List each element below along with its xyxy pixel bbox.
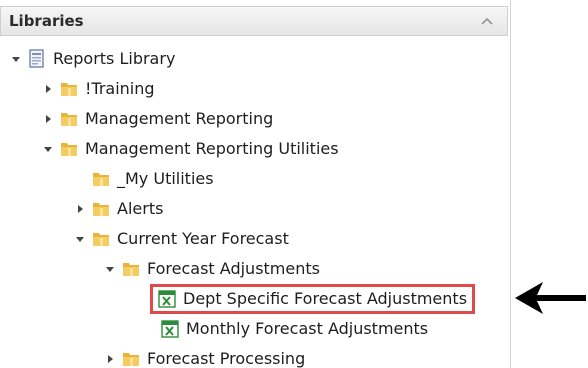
expanded-toggle-icon[interactable] [100, 259, 120, 279]
tree-node-monthly-forecast-adjustments[interactable]: Monthly Forecast Adjustments [0, 314, 508, 344]
tree-node-label: Current Year Forecast [117, 229, 289, 248]
tree-node-current-year-forecast[interactable]: Current Year Forecast [0, 224, 508, 254]
folder-icon [58, 138, 80, 160]
excel-report-icon [156, 288, 178, 310]
tree-node-label: !Training [85, 79, 155, 98]
report-library-icon [26, 48, 48, 70]
tree-node-label: Forecast Adjustments [147, 259, 320, 278]
tree-node-management-reporting-utilities[interactable]: Management Reporting Utilities [0, 134, 508, 164]
tree-node-label: Dept Specific Forecast Adjustments [183, 289, 468, 308]
libraries-header[interactable]: Libraries [0, 6, 508, 36]
expanded-toggle-icon[interactable] [70, 229, 90, 249]
tree-node-label: Management Reporting [85, 109, 274, 128]
collapsed-toggle-icon[interactable] [38, 79, 58, 99]
tree-node-management-reporting[interactable]: Management Reporting [0, 104, 508, 134]
folder-icon [58, 78, 80, 100]
collapsed-toggle-icon[interactable] [100, 349, 120, 368]
tree-node-forecast-processing[interactable]: Forecast Processing [0, 344, 508, 368]
tree-node-my-utilities[interactable]: _My Utilities [0, 164, 508, 194]
tree-node-label: Reports Library [53, 49, 176, 68]
panel-title: Libraries [9, 12, 84, 30]
folder-icon [90, 228, 112, 250]
arrow-pointer-icon [515, 282, 586, 314]
tree-node-label: _My Utilities [117, 169, 214, 188]
selection-highlight: Dept Specific Forecast Adjustments [150, 284, 476, 314]
folder-icon [58, 108, 80, 130]
excel-report-icon [159, 318, 181, 340]
tree-node-alerts[interactable]: Alerts [0, 194, 508, 224]
chevron-up-icon [481, 17, 493, 25]
tree-node-label: Monthly Forecast Adjustments [186, 319, 429, 338]
tree-node-label: Management Reporting Utilities [85, 139, 339, 158]
tree-node-reports-library[interactable]: Reports Library [0, 44, 508, 74]
folder-icon [120, 348, 142, 368]
expanded-toggle-icon[interactable] [38, 139, 58, 159]
expanded-toggle-icon[interactable] [6, 49, 26, 69]
libraries-panel: Libraries Reports Library !Training Mana… [0, 0, 511, 368]
tree-node-label: Alerts [117, 199, 164, 218]
tree-node-training[interactable]: !Training [0, 74, 508, 104]
tree-node-label: Forecast Processing [147, 349, 306, 368]
library-tree: Reports Library !Training Management Rep… [0, 44, 508, 368]
folder-icon [90, 168, 112, 190]
tree-node-forecast-adjustments[interactable]: Forecast Adjustments [0, 254, 508, 284]
collapsed-toggle-icon[interactable] [70, 199, 90, 219]
collapsed-toggle-icon[interactable] [38, 109, 58, 129]
collapse-panel-button[interactable] [477, 11, 497, 31]
folder-icon [90, 198, 112, 220]
tree-node-dept-specific-forecast-adjustments[interactable]: Dept Specific Forecast Adjustments [0, 284, 508, 314]
folder-icon [120, 258, 142, 280]
